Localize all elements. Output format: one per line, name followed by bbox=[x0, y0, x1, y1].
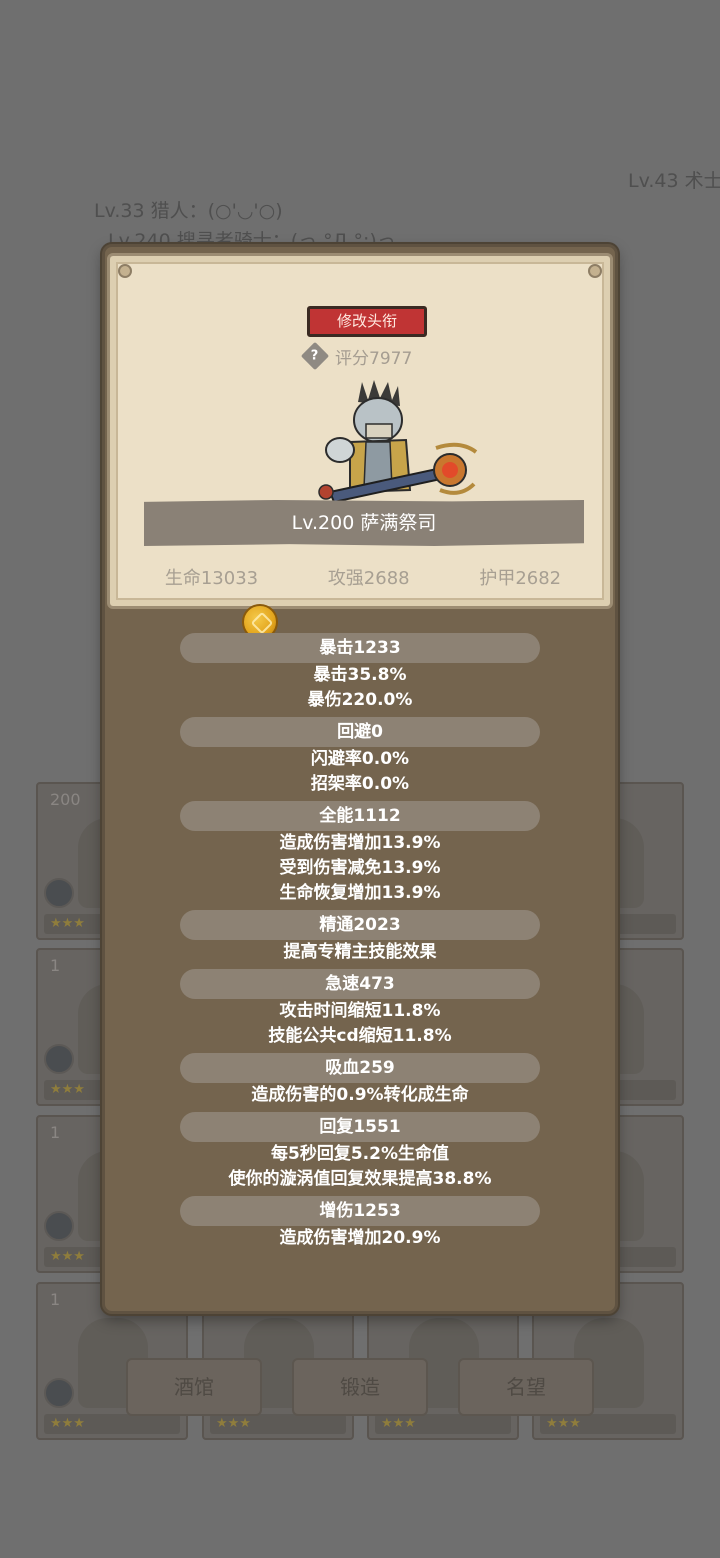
armor-stat: 护甲2682 bbox=[479, 568, 562, 589]
stat-section-versatility: 全能1112 造成伤害增加13.9% 受到伤害减免13.9% 生命恢复增加13.… bbox=[105, 801, 615, 906]
corner-rivet bbox=[588, 264, 602, 278]
stat-section-dodge: 回避0 闪避率0.0% 招架率0.0% bbox=[105, 717, 615, 797]
stat-header: 吸血259 bbox=[180, 1053, 540, 1083]
skill-orb-icon bbox=[44, 1044, 74, 1074]
stat-section-crit: 暴击1233 暴击35.8% 暴伤220.0% bbox=[105, 633, 615, 713]
base-stats-row: 生命13033 攻强2688 护甲2682 bbox=[130, 564, 596, 590]
shaman-hero-portrait bbox=[318, 380, 478, 504]
stat-detail: 闪避率0.0% bbox=[310, 749, 410, 769]
card-count: 1 bbox=[50, 1290, 61, 1309]
bg-player-label: Lv.43 术士 bbox=[628, 170, 720, 192]
stat-detail: 每5秒回复5.2%生命值 bbox=[271, 1144, 449, 1164]
stat-header: 急速473 bbox=[180, 969, 540, 999]
star-rating: ★★★ bbox=[210, 1414, 346, 1434]
hero-header-panel: 修改头衔 ? 评分7977 Lv.200 萨满祭司 生命13033 攻强2688… bbox=[107, 253, 613, 609]
stat-section-lifesteal: 吸血259 造成伤害的0.9%转化成生命 bbox=[105, 1053, 615, 1108]
secondary-stats-list: 暴击1233 暴击35.8% 暴伤220.0% 回避0 闪避率0.0% 招架率0… bbox=[105, 629, 615, 1251]
stat-detail: 造成伤害的0.9%转化成生命 bbox=[251, 1085, 469, 1105]
skill-orb-icon bbox=[44, 878, 74, 908]
stat-detail: 使你的漩涡值回复效果提高38.8% bbox=[228, 1169, 492, 1189]
stat-detail: 技能公共cd缩短11.8% bbox=[268, 1026, 452, 1046]
stat-header: 精通2023 bbox=[180, 910, 540, 940]
stat-detail: 受到伤害减免13.9% bbox=[279, 858, 441, 878]
star-rating: ★★★ bbox=[44, 1414, 180, 1434]
stat-section-regen: 回复1551 每5秒回复5.2%生命值 使你的漩涡值回复效果提高38.8% bbox=[105, 1112, 615, 1192]
score-value: 评分7977 bbox=[335, 348, 413, 369]
stat-detail: 提高专精主技能效果 bbox=[283, 942, 437, 962]
hero-name-banner: Lv.200 萨满祭司 bbox=[144, 500, 584, 546]
skill-orb-icon bbox=[44, 1211, 74, 1241]
stat-section-mastery: 精通2023 提高专精主技能效果 bbox=[105, 910, 615, 965]
stat-detail: 暴伤220.0% bbox=[307, 690, 413, 710]
stat-detail: 造成伤害增加20.9% bbox=[279, 1228, 441, 1248]
stat-section-haste: 急速473 攻击时间缩短11.8% 技能公共cd缩短11.8% bbox=[105, 969, 615, 1049]
stat-detail: 暴击35.8% bbox=[313, 665, 407, 685]
skill-orb-icon bbox=[44, 1378, 74, 1408]
card-count: 1 bbox=[50, 1123, 61, 1142]
star-rating: ★★★ bbox=[375, 1414, 511, 1434]
stat-header: 增伤1253 bbox=[180, 1196, 540, 1226]
stat-header: 全能1112 bbox=[180, 801, 540, 831]
star-rating: ★★★ bbox=[540, 1414, 676, 1434]
hp-stat: 生命13033 bbox=[164, 568, 259, 589]
fame-button[interactable]: 名望 bbox=[458, 1358, 594, 1416]
bg-player-label: Lv.33 猎人：(○'◡'○) bbox=[94, 200, 283, 222]
stat-header: 回复1551 bbox=[180, 1112, 540, 1142]
attack-power-stat: 攻强2688 bbox=[327, 568, 410, 589]
stat-detail: 造成伤害增加13.9% bbox=[279, 833, 441, 853]
tavern-button[interactable]: 酒馆 bbox=[126, 1358, 262, 1416]
corner-rivet bbox=[118, 264, 132, 278]
stat-detail: 攻击时间缩短11.8% bbox=[279, 1001, 441, 1021]
stat-header: 回避0 bbox=[180, 717, 540, 747]
stat-section-damage-bonus: 增伤1253 造成伤害增加20.9% bbox=[105, 1196, 615, 1251]
card-count: 1 bbox=[50, 956, 61, 975]
stat-header: 暴击1233 bbox=[180, 633, 540, 663]
hero-detail-popup: 修改头衔 ? 评分7977 Lv.200 萨满祭司 生命13033 攻强2688… bbox=[102, 244, 618, 1314]
forge-button[interactable]: 锻造 bbox=[292, 1358, 428, 1416]
help-icon[interactable]: ? bbox=[300, 341, 330, 371]
stat-detail: 生命恢复增加13.9% bbox=[279, 883, 441, 903]
stat-detail: 招架率0.0% bbox=[310, 774, 410, 794]
score-row: ? 评分7977 bbox=[300, 341, 413, 371]
rename-title-button[interactable]: 修改头衔 bbox=[307, 306, 427, 337]
card-count: 200 bbox=[50, 790, 81, 809]
